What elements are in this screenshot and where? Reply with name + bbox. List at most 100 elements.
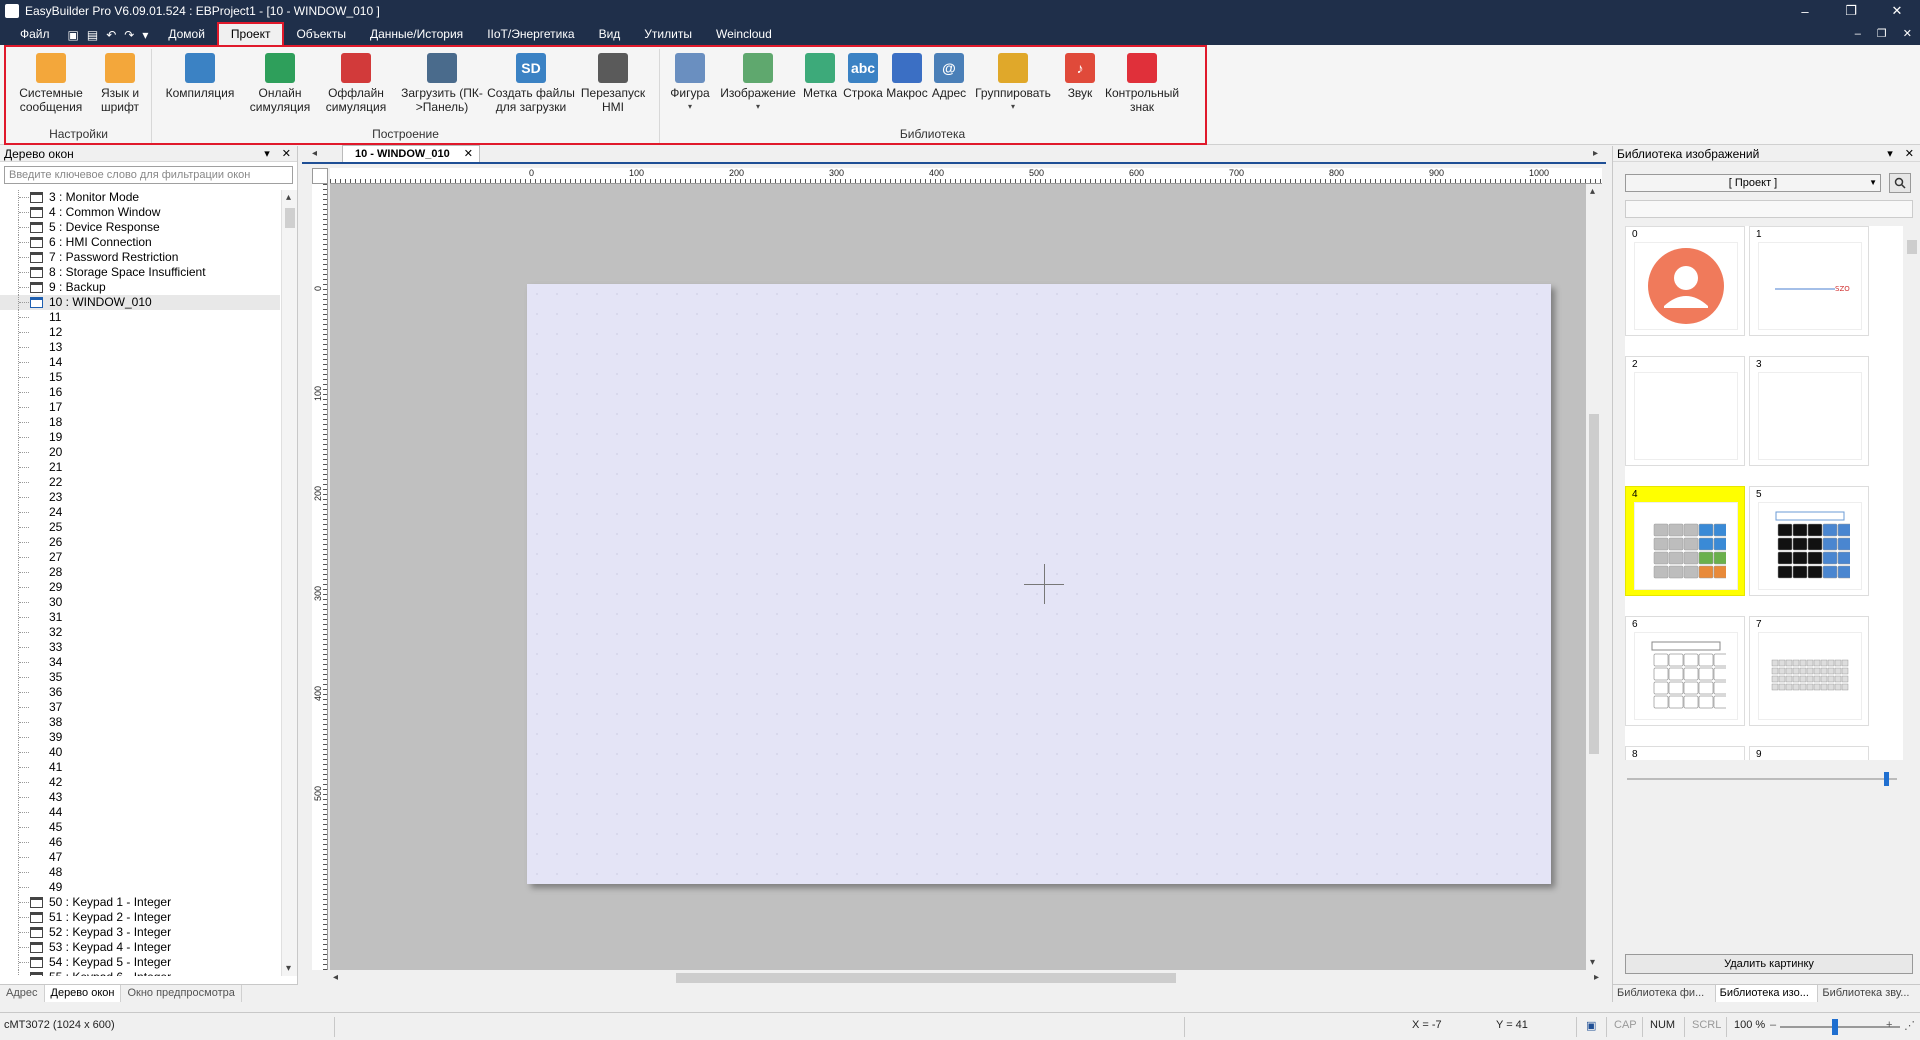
tab-picture-library[interactable]: Библиотека изо... — [1715, 985, 1819, 1002]
tab-address[interactable]: Адрес — [0, 985, 45, 1002]
tree-row[interactable]: 22 — [0, 475, 280, 490]
tree-row[interactable]: 5 : Device Response — [0, 220, 280, 235]
undo-icon[interactable]: ↶ — [106, 28, 116, 42]
ribbon-button-group[interactable]: Группировать ▾ — [970, 53, 1056, 114]
tree-row[interactable]: 23 — [0, 490, 280, 505]
tree-row[interactable]: 14 — [0, 355, 280, 370]
tree-row[interactable]: 9 : Backup — [0, 280, 280, 295]
tab-shape-library[interactable]: Библиотека фи... — [1613, 985, 1716, 1002]
tree-row[interactable]: 50 : Keypad 1 - Integer — [0, 895, 280, 910]
tree-row[interactable]: 8 : Storage Space Insufficient — [0, 265, 280, 280]
scroll-down-icon[interactable]: ▾ — [1590, 957, 1595, 968]
scroll-down-icon[interactable]: ▾ — [286, 963, 291, 974]
zoom-out-button[interactable]: – — [1770, 1019, 1776, 1031]
tree-row[interactable]: 41 — [0, 760, 280, 775]
ribbon-button-system-messages[interactable]: Системные сообщения — [14, 53, 88, 114]
resize-grip-icon[interactable]: ⋰ — [1904, 1019, 1915, 1032]
tree-row[interactable]: 40 — [0, 745, 280, 760]
scroll-right-icon[interactable]: ▸ — [1594, 972, 1599, 983]
tree-row[interactable]: 39 — [0, 730, 280, 745]
zoom-slider-knob[interactable] — [1832, 1019, 1838, 1035]
tree-row[interactable]: 38 — [0, 715, 280, 730]
close-icon[interactable]: ✕ — [1874, 0, 1920, 22]
tree-row[interactable]: 43 — [0, 790, 280, 805]
tab-preview[interactable]: Окно предпросмотра — [121, 985, 242, 1002]
hmi-window-area[interactable] — [527, 284, 1551, 884]
tree-row[interactable]: 37 — [0, 700, 280, 715]
tab-scroll-right-icon[interactable]: ▸ — [1593, 148, 1598, 159]
panel-menu-icon[interactable]: ▾ — [264, 146, 270, 162]
tree-row[interactable]: 10 : WINDOW_010 — [0, 295, 280, 310]
scroll-up-icon[interactable]: ▴ — [1590, 186, 1595, 197]
delete-picture-button[interactable]: Удалить картинку — [1625, 954, 1913, 974]
zoom-slider-track[interactable] — [1780, 1026, 1900, 1028]
picture-thumbnail[interactable]: 0 — [1625, 226, 1745, 336]
tree-row[interactable]: 18 — [0, 415, 280, 430]
tree-row[interactable]: 17 — [0, 400, 280, 415]
canvas-vertical-scrollbar[interactable]: ▴ ▾ — [1586, 184, 1602, 970]
tree-row[interactable]: 25 — [0, 520, 280, 535]
tab-close-icon[interactable]: ✕ — [464, 148, 473, 160]
menu-objects[interactable]: Объекты — [284, 24, 358, 45]
picture-thumbnail[interactable]: 7 — [1749, 616, 1869, 726]
ribbon-button-shape[interactable]: Фигура ▾ — [668, 53, 712, 114]
design-canvas[interactable] — [330, 184, 1602, 970]
ribbon-button-macro[interactable]: Макрос — [886, 53, 928, 100]
tree-row[interactable]: 26 — [0, 535, 280, 550]
scroll-left-icon[interactable]: ◂ — [333, 972, 338, 983]
picture-thumbnail[interactable]: 5 — [1749, 486, 1869, 596]
ribbon-button-sound[interactable]: ♪ Звук — [1060, 53, 1100, 100]
picture-thumbnail[interactable]: 4 — [1625, 486, 1745, 596]
ribbon-button-sd-card[interactable]: SD Создать файлы для загрузки — [486, 53, 576, 114]
ribbon-button-restart-hmi[interactable]: Перезапуск HMI — [578, 53, 648, 114]
library-search-button[interactable] — [1889, 173, 1911, 193]
panel-close-icon[interactable]: ✕ — [1905, 146, 1914, 162]
menu-weincloud[interactable]: Weincloud — [704, 24, 784, 45]
ribbon-button-string[interactable]: abc Строка — [840, 53, 886, 100]
mdi-restore-icon[interactable]: ❐ — [1877, 27, 1887, 40]
tab-window-010[interactable]: 10 - WINDOW_010 ✕ — [342, 145, 480, 162]
ruler-corner[interactable] — [312, 168, 328, 184]
menu-file[interactable]: Файл — [0, 24, 62, 45]
tree-row[interactable]: 30 — [0, 595, 280, 610]
tree-row[interactable]: 33 — [0, 640, 280, 655]
scroll-up-icon[interactable]: ▴ — [286, 192, 291, 203]
tree-row[interactable]: 55 : Keypad 6 - Integer — [0, 970, 280, 976]
tree-row[interactable]: 3 : Monitor Mode — [0, 190, 280, 205]
scroll-thumb[interactable] — [1589, 414, 1599, 754]
slider-knob[interactable] — [1884, 772, 1889, 786]
picture-thumbnail[interactable]: 8 — [1625, 746, 1745, 760]
tree-row[interactable]: 53 : Keypad 4 - Integer — [0, 940, 280, 955]
menu-project[interactable]: Проект — [216, 22, 285, 45]
ribbon-button-download[interactable]: Загрузить (ПК- >Панель) — [400, 53, 484, 114]
picture-thumbnail[interactable]: 2 — [1625, 356, 1745, 466]
menu-view[interactable]: Вид — [587, 24, 633, 45]
tree-row[interactable]: 20 — [0, 445, 280, 460]
ribbon-button-online-simulation[interactable]: Онлайн симуляция — [248, 53, 312, 114]
tree-row[interactable]: 27 — [0, 550, 280, 565]
tree-row[interactable]: 48 — [0, 865, 280, 880]
tree-row[interactable]: 4 : Common Window — [0, 205, 280, 220]
tab-window-tree[interactable]: Дерево окон — [44, 985, 122, 1002]
tree-row[interactable]: 35 — [0, 670, 280, 685]
tab-scroll-left-icon[interactable]: ◂ — [312, 148, 317, 159]
picture-thumbnail[interactable]: 1 SZO — [1749, 226, 1869, 336]
menu-utilities[interactable]: Утилиты — [632, 24, 704, 45]
canvas-horizontal-scrollbar[interactable]: ◂ ▸ — [330, 970, 1602, 986]
picture-thumbnail[interactable]: 6 — [1625, 616, 1745, 726]
mdi-minimize-icon[interactable]: – — [1855, 28, 1861, 40]
tree-row[interactable]: 34 — [0, 655, 280, 670]
menu-iiot-energy[interactable]: IIoT/Энергетика — [475, 24, 586, 45]
zoom-in-button[interactable]: + — [1886, 1019, 1892, 1031]
redo-icon[interactable]: ↷ — [124, 28, 134, 42]
picture-thumbnail[interactable]: 3 — [1749, 356, 1869, 466]
ribbon-button-compile[interactable]: Компиляция — [162, 53, 238, 100]
save-icon[interactable]: ▣ — [68, 28, 79, 42]
tree-row[interactable]: 42 — [0, 775, 280, 790]
tree-row[interactable]: 6 : HMI Connection — [0, 235, 280, 250]
menu-data-history[interactable]: Данные/История — [358, 24, 475, 45]
tab-sound-library[interactable]: Библиотека зву... — [1818, 985, 1920, 1002]
tree-row[interactable]: 28 — [0, 565, 280, 580]
panel-menu-icon[interactable]: ▾ — [1887, 146, 1893, 162]
ribbon-button-language-font[interactable]: Язык и шрифт — [94, 53, 146, 114]
